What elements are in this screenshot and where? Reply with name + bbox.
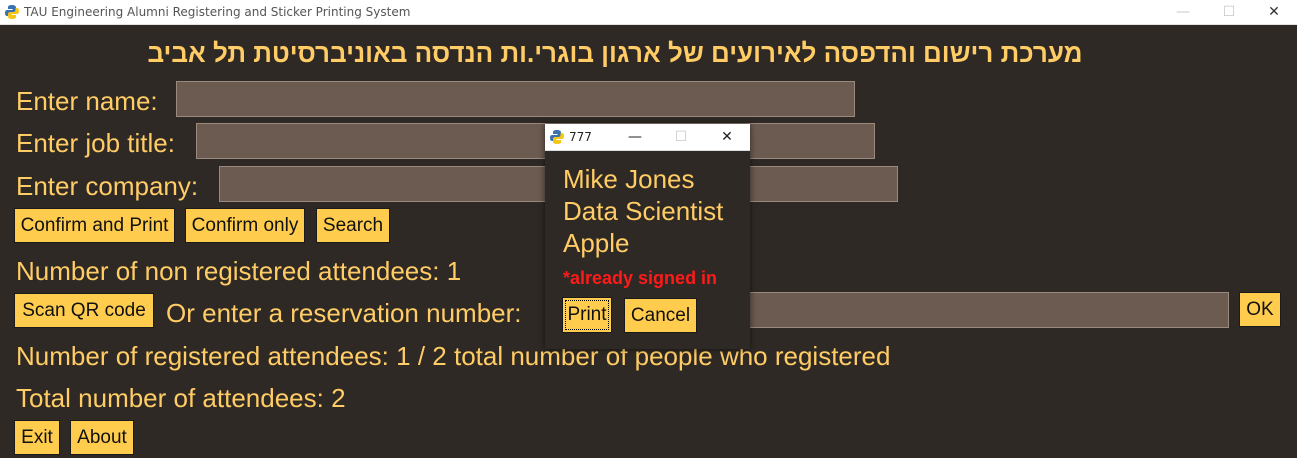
already-signed-in-warning: *already signed in [563, 268, 718, 288]
attendee-job: Data Scientist [563, 196, 724, 226]
scan-qr-button[interactable]: Scan QR code [14, 293, 154, 328]
maximize-button[interactable]: ☐ [1206, 0, 1252, 24]
dialog-titlebar: 777 — ☐ ✕ [545, 124, 750, 151]
ok-button[interactable]: OK [1239, 292, 1281, 327]
non-registered-count: 1 [446, 256, 462, 286]
company-label: Enter company: [16, 171, 199, 201]
minimize-button[interactable]: — [1160, 0, 1206, 24]
cancel-button[interactable]: Cancel [624, 298, 697, 333]
window-title: TAU Engineering Alumni Registering and S… [24, 5, 411, 19]
print-button[interactable]: Print [562, 297, 612, 333]
dialog-minimize-button[interactable]: — [620, 124, 650, 150]
search-button[interactable]: Search [316, 208, 390, 243]
python-icon [5, 5, 19, 19]
about-button[interactable]: About [70, 420, 134, 455]
python-icon [550, 130, 564, 144]
job-title-input[interactable] [196, 123, 875, 159]
attendee-dialog: 777 — ☐ ✕ Mike Jones Data Scientist Appl… [545, 124, 750, 349]
non-registered-text: Number of non registered attendees: [16, 256, 440, 286]
dialog-close-button[interactable]: ✕ [712, 124, 742, 150]
name-label: Enter name: [16, 86, 158, 116]
reservation-label: Or enter a reservation number: [166, 298, 522, 328]
job-title-label: Enter job title: [16, 128, 175, 158]
attendee-company: Apple [563, 228, 630, 258]
attendee-name: Mike Jones [563, 164, 695, 194]
registered-label: Number of registered attendees: [16, 341, 389, 371]
name-input[interactable] [176, 81, 855, 117]
confirm-only-button[interactable]: Confirm only [185, 208, 305, 243]
registered-attendees-line: Number of registered attendees: 1 / 2 to… [16, 341, 890, 372]
dialog-maximize-button[interactable]: ☐ [666, 124, 696, 150]
non-registered-label: Number of non registered attendees: 1 [16, 256, 461, 287]
close-button[interactable]: ✕ [1251, 0, 1297, 24]
confirm-and-print-button[interactable]: Confirm and Print [14, 208, 175, 243]
total-attendees-count: 2 [331, 383, 346, 413]
page-heading: מערכת רישום והדפסה לאירועים של ארגון בוג… [147, 38, 1083, 68]
registered-count: 1 [396, 341, 411, 371]
dialog-title: 777 [569, 130, 592, 144]
exit-button[interactable]: Exit [14, 420, 60, 455]
registered-separator: / [417, 341, 426, 371]
total-attendees-label: Total number of attendees: [16, 383, 324, 413]
window-titlebar: TAU Engineering Alumni Registering and S… [0, 0, 1297, 25]
total-registered-count: 2 [432, 341, 447, 371]
total-attendees-line: Total number of attendees: 2 [16, 383, 346, 414]
